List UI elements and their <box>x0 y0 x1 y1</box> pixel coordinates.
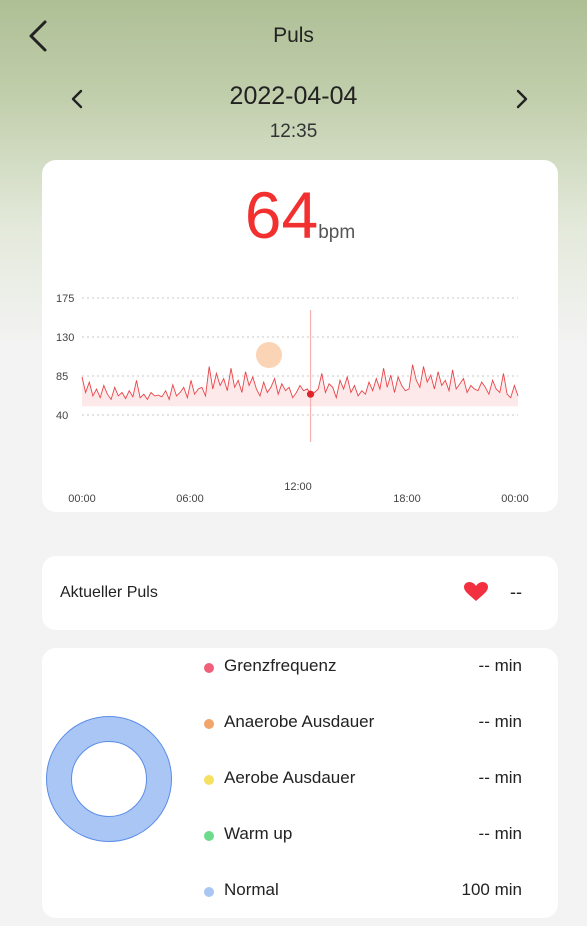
zones-donut-chart <box>46 716 172 842</box>
zone-label: Normal <box>224 880 279 899</box>
selected-point <box>306 390 315 398</box>
zone-dot <box>204 831 214 841</box>
zone-value: -- min <box>478 712 522 731</box>
zone-value: -- min <box>478 824 522 843</box>
zone-label: Aerobe Ausdauer <box>224 768 356 787</box>
page-title: Puls <box>273 24 314 47</box>
zone-row-anaerobic: Anaerobe Ausdauer -- min <box>204 712 522 736</box>
current-pulse-card: Aktueller Puls -- <box>42 556 558 630</box>
y-tick-label: 130 <box>56 332 74 344</box>
time-scrubber-handle[interactable] <box>256 342 282 368</box>
heart-rate-chart-card: 64bpm 175 130 85 40 00:00 06:00 12:00 18:00 00:0… <box>42 160 558 512</box>
date-navigator: 2022-04-04 12:35 <box>0 78 587 148</box>
zone-label: Anaerobe Ausdauer <box>224 712 375 731</box>
x-tick-label: 06:00 <box>176 493 204 505</box>
y-tick-label: 40 <box>56 410 68 422</box>
y-tick-label: 85 <box>56 371 68 383</box>
x-tick-label: 00:00 <box>68 493 96 505</box>
zone-dot <box>204 887 214 897</box>
heart-icon <box>464 582 488 601</box>
zone-value: -- min <box>478 656 522 675</box>
zone-value: 100 min <box>461 880 522 899</box>
current-pulse-value: -- <box>510 582 522 602</box>
zone-row-warmup: Warm up -- min <box>204 824 522 848</box>
x-tick-label: 18:00 <box>393 493 421 505</box>
zone-label: Grenzfrequenz <box>224 656 337 675</box>
zone-row-aerobic: Aerobe Ausdauer -- min <box>204 768 522 792</box>
zone-row-normal: Normal 100 min <box>204 880 522 904</box>
zone-dot <box>204 775 214 785</box>
heart-rate-zones-card: Grenzfrequenz -- min Anaerobe Ausdauer -… <box>42 648 558 918</box>
next-day-button[interactable] <box>507 84 537 114</box>
zone-value: -- min <box>478 768 522 787</box>
date-label: 2022-04-04 <box>229 82 358 110</box>
zone-dot <box>204 719 214 729</box>
x-tick-label: 12:00 <box>284 481 312 493</box>
app-header: Puls <box>0 0 587 70</box>
time-label: 12:35 <box>269 121 318 142</box>
zone-dot <box>204 663 214 673</box>
zone-label: Warm up <box>224 824 293 843</box>
zone-row-limit: Grenzfrequenz -- min <box>204 656 522 680</box>
x-tick-label: 00:00 <box>501 493 529 505</box>
y-tick-label: 175 <box>56 293 74 305</box>
heart-rate-chart[interactable]: 175 130 85 40 00:00 06:00 12:00 18:00 00:00 <box>42 160 558 512</box>
chevron-right-icon <box>516 89 528 109</box>
current-pulse-label: Aktueller Puls <box>60 584 158 601</box>
